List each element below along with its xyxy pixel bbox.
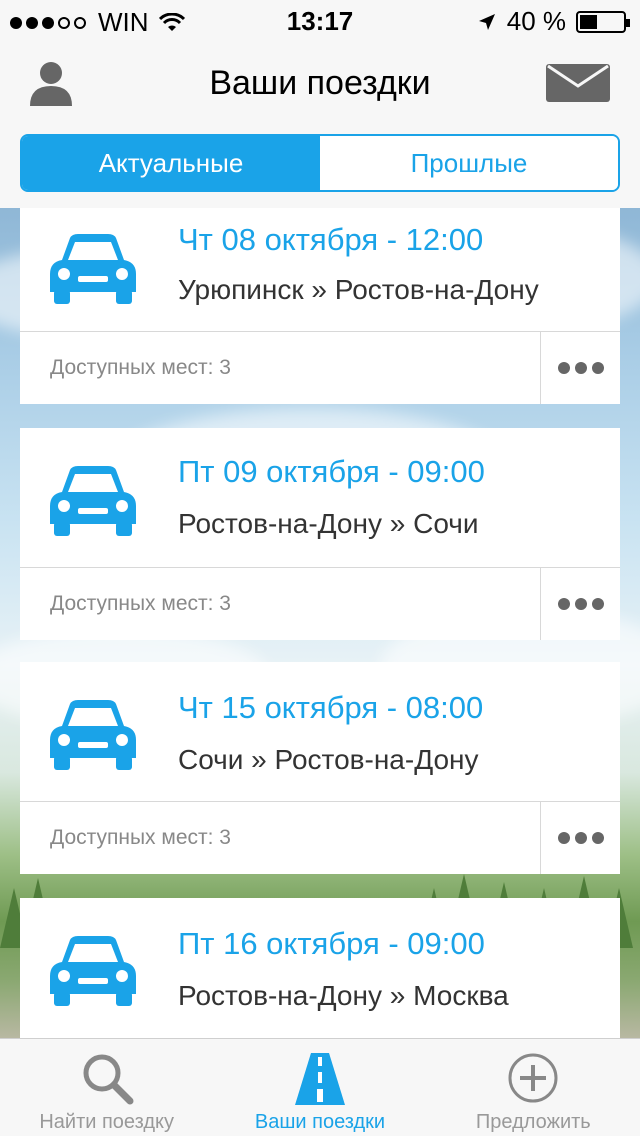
more-options-button[interactable]	[540, 568, 620, 640]
trip-date: Чт 08 октября - 12:00	[178, 222, 484, 257]
trip-card[interactable]: Чт 15 октября - 08:00 Сочи » Ростов-на-Д…	[20, 662, 620, 874]
trip-filter: Актуальные Прошлые	[0, 130, 640, 208]
tab-my-trips[interactable]: Ваши поездки	[213, 1039, 426, 1136]
road-icon	[294, 1053, 345, 1105]
more-options-button[interactable]	[540, 802, 620, 874]
trip-route: Сочи » Ростов-на-Дону	[178, 744, 479, 775]
trip-date: Пт 09 октября - 09:00	[178, 454, 485, 489]
trip-card[interactable]: Пт 09 октября - 09:00 Ростов-на-Дону » С…	[20, 428, 620, 640]
tab-label: Найти поездку	[39, 1111, 174, 1133]
segmented-control: Актуальные Прошлые	[20, 134, 620, 192]
search-icon	[83, 1054, 134, 1105]
location-arrow-icon	[478, 13, 495, 30]
trip-card[interactable]: Пт 16 октября - 09:00 Ростов-на-Дону » М…	[20, 898, 620, 1038]
available-seats: Доступных мест: 3	[50, 592, 231, 615]
car-icon	[50, 700, 136, 770]
navigation-bar: Ваши поездки	[0, 40, 640, 130]
tab-current[interactable]: Актуальные	[22, 136, 320, 190]
more-options-button[interactable]	[540, 332, 620, 404]
page-title: Ваши поездки	[209, 64, 431, 102]
trip-route: Ростов-на-Дону » Москва	[178, 980, 509, 1011]
available-seats: Доступных мест: 3	[50, 356, 231, 379]
tab-offer-trip[interactable]: Предложить	[427, 1039, 640, 1136]
trip-route: Урюпинск » Ростов-на-Дону	[178, 274, 539, 305]
more-dots-icon	[557, 362, 570, 374]
car-icon	[50, 466, 136, 536]
trip-date: Пт 16 октября - 09:00	[178, 926, 485, 961]
trip-route: Ростов-на-Дону » Сочи	[178, 508, 479, 539]
plus-circle-icon	[508, 1053, 558, 1103]
car-icon	[50, 234, 136, 304]
mail-icon[interactable]	[546, 64, 610, 102]
status-bar: WIN 13:17 40 %	[0, 0, 640, 40]
tab-label: Ваши поездки	[254, 1111, 386, 1133]
more-dots-icon	[557, 832, 570, 844]
more-dots-icon	[557, 598, 570, 610]
trip-date: Чт 15 октября - 08:00	[178, 690, 484, 725]
trip-card[interactable]: Чт 08 октября - 12:00 Урюпинск » Ростов-…	[20, 208, 620, 404]
tab-past[interactable]: Прошлые	[320, 136, 618, 190]
car-icon	[50, 936, 136, 1006]
tab-bar: Найти поездку Ваши поездки Предложить	[0, 1038, 640, 1136]
battery-fill	[580, 14, 597, 29]
battery-icon	[576, 10, 630, 33]
tab-find-trip[interactable]: Найти поездку	[0, 1039, 213, 1136]
tab-label: Предложить	[475, 1111, 591, 1133]
battery-percent: 40 %	[506, 6, 566, 36]
available-seats: Доступных мест: 3	[50, 826, 231, 849]
